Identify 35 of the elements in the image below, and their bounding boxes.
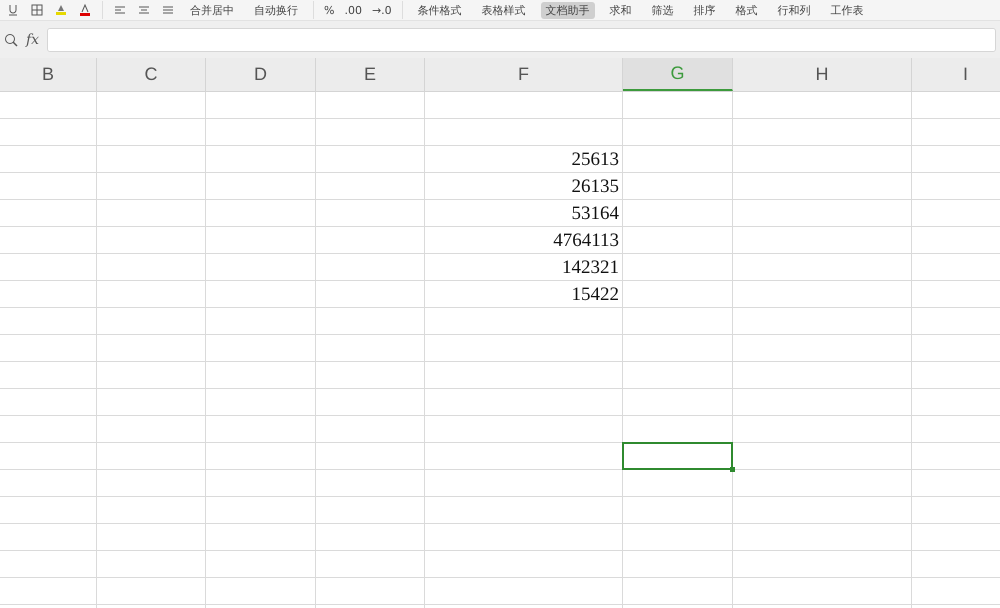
number-format-button[interactable]: % <box>324 4 334 16</box>
toolbar-button[interactable]: 筛选 <box>646 2 679 18</box>
toolbar-button[interactable]: 文档助手 <box>540 2 595 18</box>
column-header[interactable]: B <box>0 58 97 91</box>
column-header[interactable]: I <box>912 58 1000 91</box>
number-format-button[interactable]: .00 <box>344 4 362 16</box>
formula-input[interactable] <box>47 28 996 52</box>
column-header[interactable]: C <box>97 58 206 91</box>
toolbar-button[interactable]: 求和 <box>604 2 637 18</box>
merge-button[interactable]: 合并居中 <box>185 2 239 18</box>
table-cell-text: 142321 <box>561 256 620 280</box>
toolbar-button[interactable]: 工作表 <box>826 2 869 18</box>
zoom-icon[interactable] <box>4 32 18 46</box>
merge-button[interactable]: 自动换行 <box>249 2 303 18</box>
table-cell-text: 25613 <box>570 148 620 172</box>
column-header[interactable]: E <box>316 58 425 91</box>
toolbar-button[interactable]: 表格样式 <box>476 2 531 18</box>
column-header[interactable]: D <box>206 58 316 91</box>
toolbar-button[interactable]: 行和列 <box>772 2 816 18</box>
table-cell-text: 4764113 <box>552 228 620 252</box>
active-cell[interactable] <box>622 442 733 470</box>
highlight-icon[interactable] <box>54 3 68 17</box>
toolbar-button[interactable]: 排序 <box>688 2 721 18</box>
table-cell-text: 15422 <box>570 282 620 306</box>
underline-icon[interactable] <box>6 3 20 17</box>
fx-label[interactable]: fx <box>26 32 40 48</box>
toolbar-button[interactable]: 格式 <box>730 2 763 18</box>
font-color-icon[interactable] <box>78 3 92 17</box>
table-cell-text: 53164 <box>570 202 620 226</box>
fill-handle[interactable] <box>730 467 735 472</box>
border-icon[interactable] <box>30 3 44 17</box>
table-cell-text: 26135 <box>570 174 620 198</box>
number-format-button[interactable]: →.0 <box>372 4 392 16</box>
toolbar-button[interactable]: 条件格式 <box>412 2 467 18</box>
column-header[interactable]: H <box>733 58 912 91</box>
